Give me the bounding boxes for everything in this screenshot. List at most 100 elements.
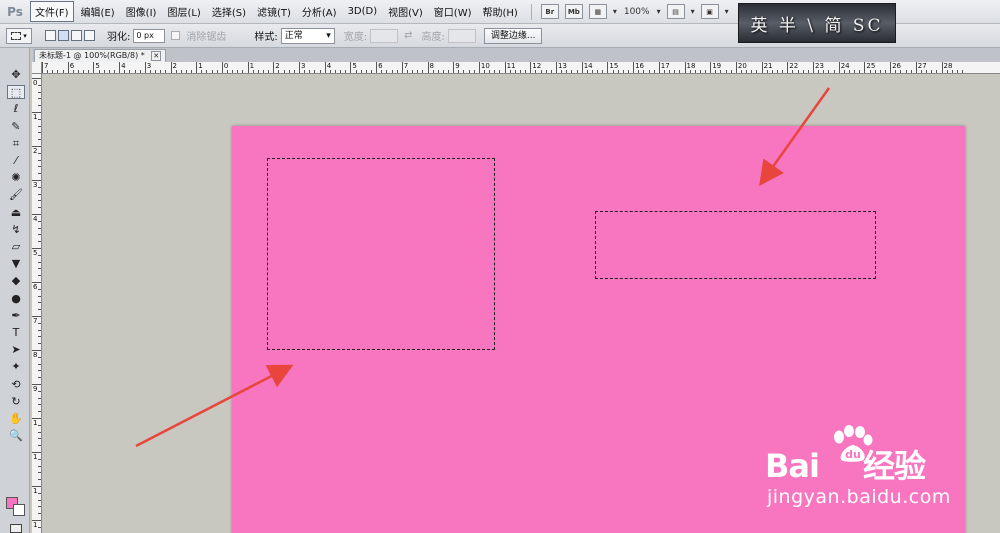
view-extras-dropdown-icon[interactable]: ▾ bbox=[613, 7, 617, 16]
shape-tool-icon[interactable]: ✦ bbox=[7, 360, 25, 374]
ruler-v-minor-tick bbox=[38, 288, 41, 290]
ruler-v-minor-tick bbox=[38, 397, 41, 399]
ruler-v-minor-tick bbox=[38, 193, 41, 195]
document-tab-bar: 未标题-1 @ 100%(RGB/8) * ✕ bbox=[32, 48, 1000, 62]
ruler-h-minor-tick bbox=[293, 70, 295, 73]
eraser-tool-icon[interactable]: ▱ bbox=[7, 240, 25, 254]
width-input[interactable] bbox=[370, 28, 399, 43]
history-brush-tool-icon[interactable]: ↯ bbox=[7, 223, 25, 237]
type-tool-icon[interactable]: T bbox=[7, 326, 25, 340]
screen-mode-dropdown-icon[interactable]: ▾ bbox=[725, 7, 729, 16]
mini-bridge-button[interactable]: Mb bbox=[564, 4, 583, 19]
crop-tool-icon[interactable]: ⌗ bbox=[7, 137, 25, 151]
style-select[interactable]: 正常 bbox=[280, 27, 335, 44]
3d-rotate-tool-icon[interactable]: ⟲ bbox=[7, 378, 25, 392]
document-tab[interactable]: 未标题-1 @ 100%(RGB/8) * ✕ bbox=[34, 49, 167, 62]
arrange-documents-button[interactable]: ▤ bbox=[666, 4, 685, 19]
close-icon[interactable]: ✕ bbox=[151, 51, 162, 61]
ruler-v-minor-tick bbox=[38, 152, 41, 154]
ruler-v-minor-tick bbox=[38, 377, 41, 379]
ruler-h-minor-tick bbox=[833, 70, 835, 73]
ruler-h-minor-tick bbox=[540, 70, 542, 73]
clone-stamp-tool-icon[interactable]: ⏏ bbox=[7, 206, 25, 220]
horizontal-ruler[interactable]: 7 6 5 4 3 2 1 0 1 2 3 4 5 6 7 8 9 10 11 12 13 14 15 16 17 18 19 20 2… bbox=[42, 62, 1000, 74]
ruler-h-minor-tick bbox=[216, 70, 218, 73]
arrange-dropdown-icon[interactable]: ▾ bbox=[691, 7, 695, 16]
pen-tool-icon[interactable]: ✒ bbox=[7, 309, 25, 323]
ruler-v-minor-tick bbox=[38, 268, 41, 270]
menu-item-8[interactable]: 视图(V) bbox=[384, 2, 427, 21]
vertical-ruler[interactable]: 0 1 2 3 4 5 6 7 8 9 1 1 1 1 bbox=[32, 74, 42, 533]
subtract-selection-icon[interactable] bbox=[71, 30, 82, 41]
rect-marquee-tool-icon[interactable]: ⬚ bbox=[7, 85, 25, 100]
menu-item-10[interactable]: 帮助(H) bbox=[479, 2, 522, 21]
ruler-origin[interactable] bbox=[32, 62, 42, 74]
ruler-v-minor-tick bbox=[38, 424, 41, 426]
ruler-v-minor-tick bbox=[38, 132, 41, 134]
feather-input[interactable]: 0 px bbox=[133, 28, 166, 43]
hand-tool-icon[interactable]: ✋ bbox=[7, 412, 25, 426]
ruler-h-minor-tick bbox=[365, 70, 367, 73]
menu-item-3[interactable]: 图层(L) bbox=[163, 2, 204, 21]
ruler-h-minor-tick bbox=[617, 70, 619, 73]
ruler-h-minor-tick bbox=[782, 70, 784, 73]
ruler-h-minor-tick bbox=[766, 70, 768, 73]
zoom-dropdown-icon[interactable]: ▾ bbox=[657, 7, 661, 16]
ruler-h-label: 5 bbox=[95, 62, 100, 70]
bridge-button[interactable]: Br bbox=[540, 4, 559, 19]
zoom-level[interactable]: 100% bbox=[624, 7, 650, 17]
ruler-h-minor-tick bbox=[191, 70, 193, 73]
ruler-h-minor-tick bbox=[77, 70, 79, 73]
menu-item-6[interactable]: 分析(A) bbox=[298, 2, 341, 21]
blur-tool-icon[interactable]: ◆ bbox=[7, 274, 25, 288]
ruler-v-minor-tick bbox=[38, 125, 41, 127]
add-selection-icon[interactable] bbox=[58, 30, 69, 41]
ruler-h-minor-tick bbox=[741, 70, 743, 73]
spot-heal-tool-icon[interactable]: ✺ bbox=[7, 171, 25, 185]
chevron-down-icon: ▾ bbox=[23, 31, 27, 40]
ruler-v-minor-tick bbox=[38, 390, 41, 392]
quick-mask-icon[interactable] bbox=[10, 524, 22, 533]
ruler-h-minor-tick bbox=[802, 70, 804, 73]
ruler-h-minor-tick bbox=[777, 70, 779, 73]
3d-orbit-tool-icon[interactable]: ↻ bbox=[7, 395, 25, 409]
eyedropper-tool-icon[interactable]: ⁄ bbox=[7, 154, 25, 168]
brush-tool-icon[interactable]: 🖌 bbox=[7, 188, 25, 202]
paint-bucket-tool-icon[interactable]: ▼ bbox=[7, 257, 25, 271]
ruler-h-minor-tick bbox=[134, 70, 136, 73]
ruler-v-minor-tick bbox=[38, 275, 41, 277]
ruler-v-minor-tick bbox=[38, 336, 41, 338]
menu-item-7[interactable]: 3D(D) bbox=[344, 4, 382, 19]
swap-icon[interactable]: ⇄ bbox=[404, 30, 412, 41]
selection-marquee-rectangle[interactable] bbox=[595, 211, 876, 279]
toolbox: ✥ ⬚ ℓ ✎ ⌗ ⁄ ✺ 🖌 ⏏ ↯ ▱ ▼ ◆ ● ✒ T ➤ ✦ ⟲ ↻ ✋ 🔍 bbox=[0, 48, 30, 533]
screen-mode-button[interactable]: ▣ bbox=[700, 4, 719, 19]
menu-item-1[interactable]: 编辑(E) bbox=[77, 2, 119, 21]
dodge-tool-icon[interactable]: ● bbox=[7, 292, 25, 306]
height-input[interactable] bbox=[447, 28, 476, 43]
background-color-swatch[interactable] bbox=[13, 504, 25, 516]
menu-item-0[interactable]: 文件(F) bbox=[30, 1, 74, 22]
ruler-h-minor-tick bbox=[139, 70, 141, 73]
menu-item-9[interactable]: 窗口(W) bbox=[430, 2, 476, 21]
path-select-tool-icon[interactable]: ➤ bbox=[7, 343, 25, 357]
antialias-checkbox[interactable] bbox=[171, 31, 181, 40]
ruler-v-minor-tick bbox=[38, 118, 41, 120]
menu-item-4[interactable]: 选择(S) bbox=[208, 2, 250, 21]
menu-item-5[interactable]: 滤镜(T) bbox=[253, 2, 295, 21]
ruler-h-minor-tick bbox=[160, 70, 162, 73]
refine-edge-button[interactable]: 调整边缘... bbox=[483, 27, 543, 44]
new-selection-icon[interactable] bbox=[45, 30, 56, 41]
ruler-h-minor-tick bbox=[653, 70, 655, 73]
tool-preset-picker[interactable]: ▾ bbox=[6, 27, 32, 44]
view-extras-button[interactable]: ▦ bbox=[588, 4, 607, 19]
move-tool-icon[interactable]: ✥ bbox=[7, 68, 25, 82]
selection-marquee-square[interactable] bbox=[267, 158, 495, 350]
lasso-tool-icon[interactable]: ℓ bbox=[7, 102, 25, 116]
menu-item-2[interactable]: 图像(I) bbox=[122, 2, 161, 21]
ruler-v-minor-tick bbox=[38, 322, 41, 324]
quick-select-tool-icon[interactable]: ✎ bbox=[7, 120, 25, 134]
intersect-selection-icon[interactable] bbox=[84, 30, 95, 41]
ruler-h-minor-tick bbox=[417, 70, 419, 73]
zoom-tool-icon[interactable]: 🔍 bbox=[7, 429, 25, 443]
